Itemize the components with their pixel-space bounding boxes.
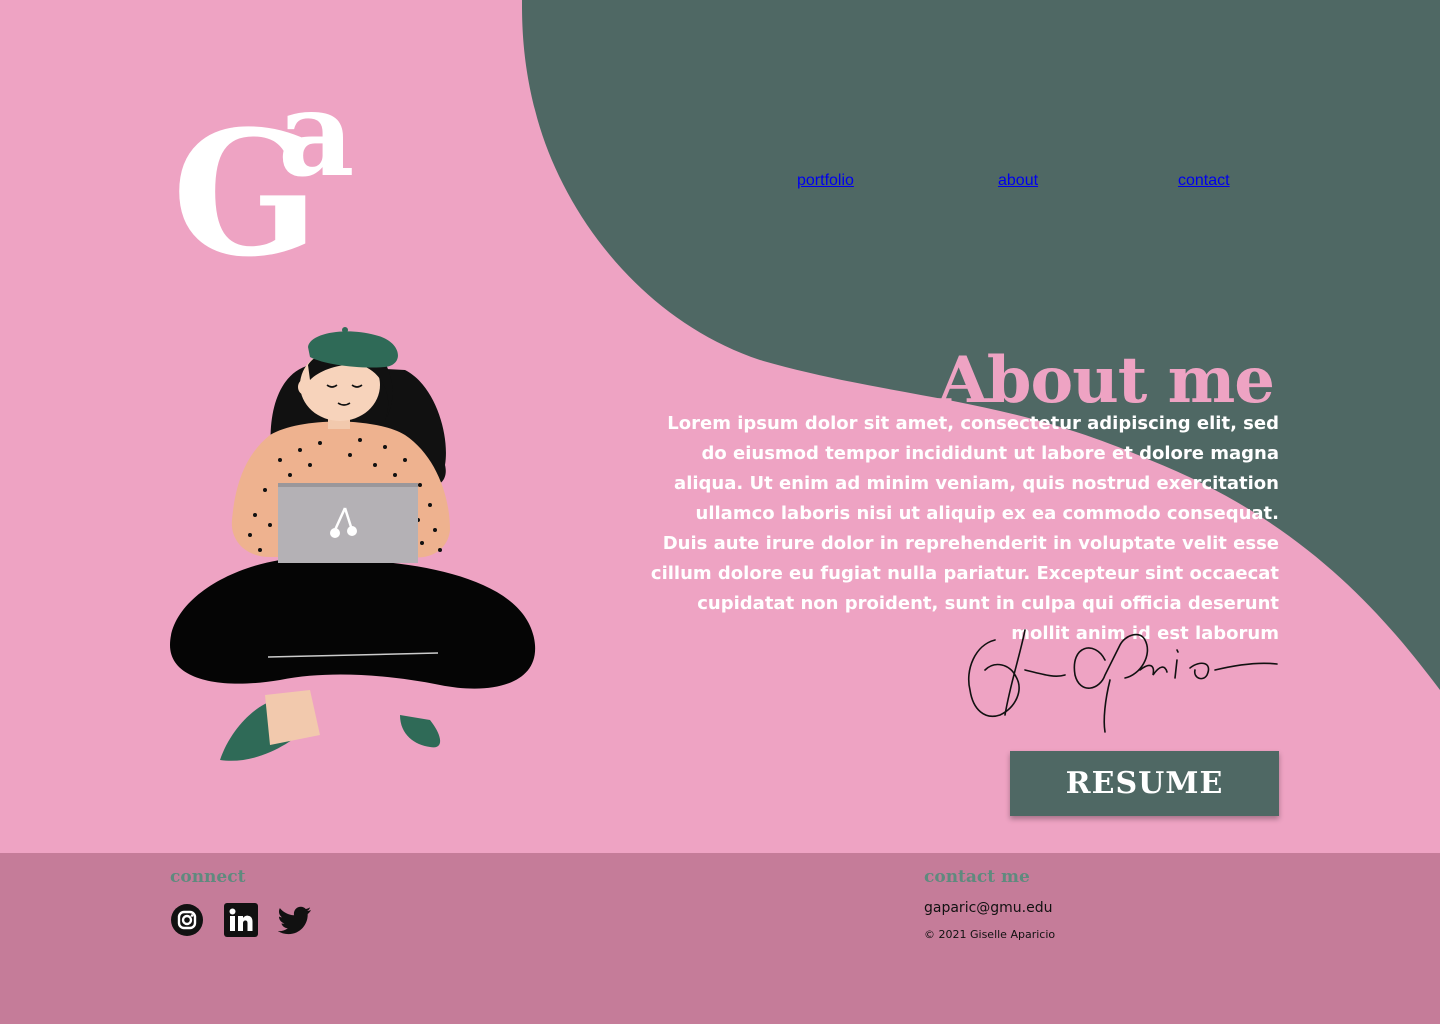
about-title: About me (938, 342, 1275, 418)
nav-contact[interactable]: contact (1178, 172, 1230, 206)
nav-about[interactable]: about (998, 172, 1038, 206)
about-paragraph: Lorem ipsum dolor sit amet, consectetur … (650, 413, 1279, 644)
logo[interactable]: G a (168, 74, 368, 280)
copyright: © 2021 Giselle Aparicio (924, 928, 1056, 941)
linkedin-icon[interactable] (224, 903, 258, 937)
logo-letter-a: a (278, 64, 355, 203)
email-link[interactable]: gaparic@gmu.edu (924, 900, 1053, 916)
girl-with-laptop-illustration (170, 327, 536, 761)
nav-portfolio[interactable]: portfolio (797, 172, 854, 206)
signature (968, 629, 1278, 733)
connect-heading: connect (170, 867, 246, 887)
twitter-icon[interactable] (277, 903, 312, 937)
resume-button[interactable]: RESUME (1010, 751, 1279, 816)
contact-heading: contact me (924, 867, 1030, 887)
social-links (170, 903, 312, 937)
instagram-icon[interactable] (170, 903, 204, 937)
